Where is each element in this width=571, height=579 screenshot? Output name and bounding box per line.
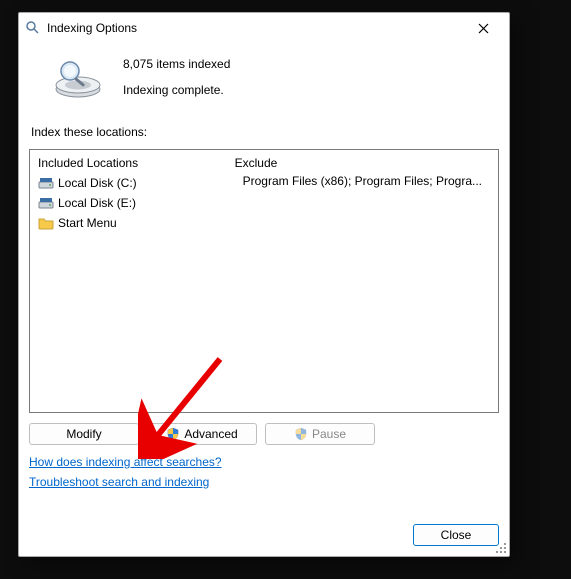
location-name: Local Disk (C:) xyxy=(58,176,137,190)
troubleshoot-link[interactable]: Troubleshoot search and indexing xyxy=(29,475,209,489)
items-indexed-text: 8,075 items indexed xyxy=(123,57,230,71)
status-row: 8,075 items indexed Indexing complete. xyxy=(47,55,499,103)
location-name: Local Disk (E:) xyxy=(58,196,136,210)
list-item[interactable]: Start Menu xyxy=(38,214,218,232)
action-button-row: Modify Advanced xyxy=(29,423,499,445)
list-item[interactable]: Local Disk (E:) xyxy=(38,194,218,212)
advanced-button[interactable]: Advanced xyxy=(147,423,257,445)
indexing-options-dialog: Indexing Options 8,075 items ind xyxy=(18,12,510,557)
modify-button[interactable]: Modify xyxy=(29,423,139,445)
folder-icon xyxy=(38,215,54,231)
disk-icon xyxy=(38,175,54,191)
dialog-footer: Close xyxy=(29,504,499,546)
location-name: Start Menu xyxy=(58,216,117,230)
dialog-body: 8,075 items indexed Indexing complete. I… xyxy=(19,43,509,556)
titlebar: Indexing Options xyxy=(19,13,509,43)
app-icon xyxy=(25,20,41,36)
exclude-column-header: Exclude xyxy=(227,150,498,174)
how-indexing-link[interactable]: How does indexing affect searches? xyxy=(29,455,222,469)
close-window-button[interactable] xyxy=(463,14,503,42)
exclude-value: Program Files (x86); Program Files; Prog… xyxy=(235,174,490,188)
locations-listbox[interactable]: Included Locations Local Disk (C:) Local… xyxy=(29,149,499,413)
window-title: Indexing Options xyxy=(47,21,463,35)
indexing-state-text: Indexing complete. xyxy=(123,83,230,97)
shield-icon xyxy=(294,427,308,441)
disk-icon xyxy=(38,195,54,211)
close-icon xyxy=(478,23,489,34)
shield-icon xyxy=(166,427,180,441)
list-item[interactable]: Local Disk (C:) xyxy=(38,174,218,192)
locations-label: Index these locations: xyxy=(31,125,499,139)
magnifier-drive-icon xyxy=(47,55,109,103)
included-column-header: Included Locations xyxy=(30,150,226,174)
pause-button: Pause xyxy=(265,423,375,445)
help-links: How does indexing affect searches? Troub… xyxy=(29,455,499,489)
resize-grip[interactable] xyxy=(495,542,507,554)
close-button[interactable]: Close xyxy=(413,524,499,546)
